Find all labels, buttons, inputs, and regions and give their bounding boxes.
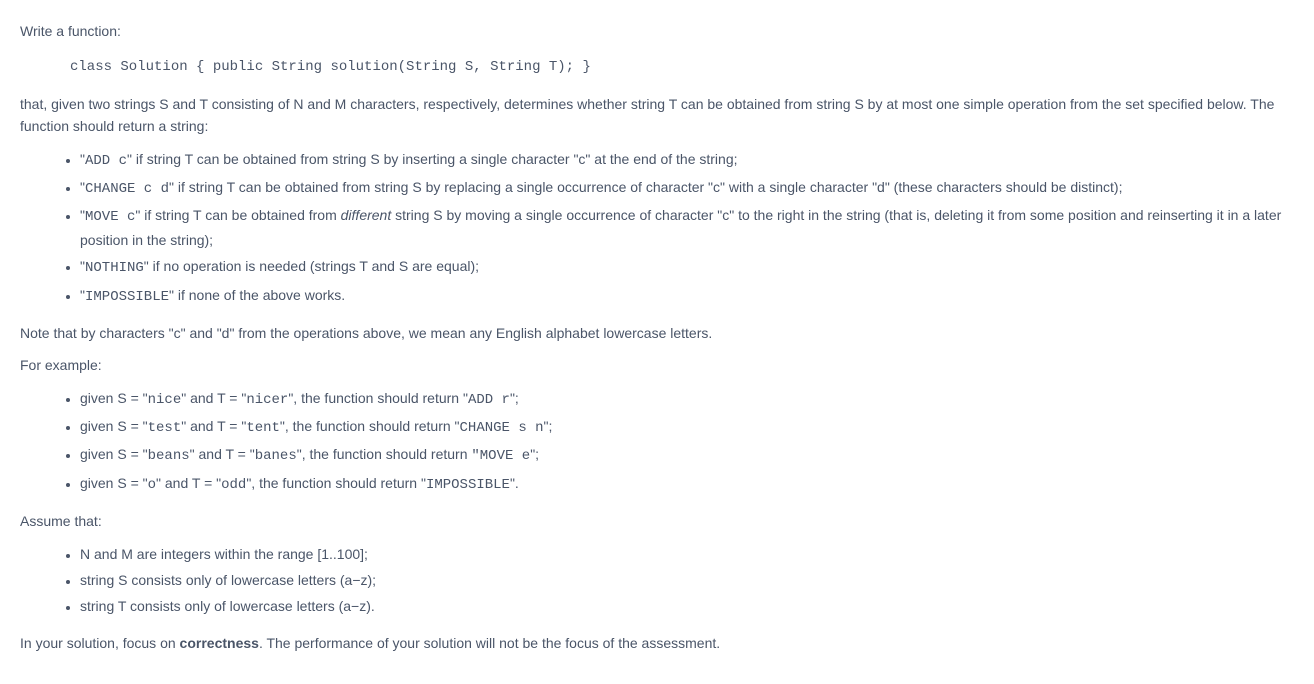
example-3: given S = "beans" and T = "banes", the f…: [80, 443, 1294, 467]
op-impossible: "IMPOSSIBLE" if none of the above works.: [80, 284, 1294, 308]
op-change: "CHANGE c d" if string T can be obtained…: [80, 176, 1294, 200]
description-text: that, given two strings S and T consisti…: [20, 93, 1294, 138]
example-4: given S = "o" and T = "odd", the functio…: [80, 472, 1294, 496]
impossible-code: IMPOSSIBLE: [85, 289, 169, 305]
operations-list: "ADD c" if string T can be obtained from…: [20, 148, 1294, 308]
examples-list: given S = "nice" and T = "nicer", the fu…: [20, 387, 1294, 497]
op-move: "MOVE c" if string T can be obtained fro…: [80, 204, 1294, 251]
correctness-bold: correctness: [180, 635, 259, 651]
example-1: given S = "nice" and T = "nicer", the fu…: [80, 387, 1294, 411]
example-intro: For example:: [20, 354, 1294, 376]
problem-statement: Write a function: class Solution { publi…: [20, 20, 1294, 654]
change-code: CHANGE c d: [85, 181, 169, 197]
assume-intro: Assume that:: [20, 510, 1294, 532]
move-code: MOVE c: [85, 209, 135, 225]
assumptions-list: N and M are integers within the range [1…: [20, 543, 1294, 618]
add-code: ADD c: [85, 153, 127, 169]
function-signature: class Solution { public String solution(…: [70, 56, 1294, 78]
nothing-code: NOTHING: [85, 260, 144, 276]
different-italic: different: [341, 207, 392, 223]
note-text: Note that by characters "c" and "d" from…: [20, 322, 1294, 344]
assumption-3: string T consists only of lowercase lett…: [80, 595, 1294, 617]
footer-text: In your solution, focus on correctness. …: [20, 632, 1294, 654]
intro-text: Write a function:: [20, 20, 1294, 42]
example-2: given S = "test" and T = "tent", the fun…: [80, 415, 1294, 439]
assumption-2: string S consists only of lowercase lett…: [80, 569, 1294, 591]
assumption-1: N and M are integers within the range [1…: [80, 543, 1294, 565]
op-nothing: "NOTHING" if no operation is needed (str…: [80, 255, 1294, 279]
op-add: "ADD c" if string T can be obtained from…: [80, 148, 1294, 172]
